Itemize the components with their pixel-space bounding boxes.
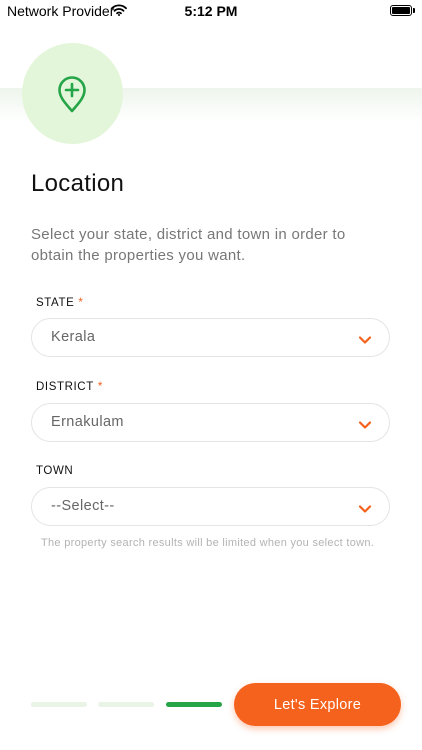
hero-badge bbox=[22, 43, 123, 144]
town-label-text: TOWN bbox=[36, 465, 74, 477]
page-dot-3 bbox=[166, 702, 222, 707]
district-label: DISTRICT * bbox=[36, 381, 103, 393]
page-subtitle: Select your state, district and town in … bbox=[31, 226, 346, 264]
town-select[interactable]: --Select-- bbox=[31, 487, 390, 526]
state-required-mark: * bbox=[78, 297, 84, 309]
page-dot-1 bbox=[31, 702, 87, 707]
chevron-down-icon bbox=[358, 501, 372, 519]
chevron-down-icon bbox=[358, 332, 372, 350]
battery-icon bbox=[390, 5, 415, 16]
state-label: STATE * bbox=[36, 297, 83, 309]
state-select-value: Kerala bbox=[51, 329, 96, 345]
page-dot-2 bbox=[98, 702, 154, 707]
district-required-mark: * bbox=[97, 381, 103, 393]
district-label-text: DISTRICT bbox=[36, 381, 94, 393]
district-select-value: Ernakulam bbox=[51, 414, 124, 430]
district-select[interactable]: Ernakulam bbox=[31, 403, 390, 442]
state-label-text: STATE bbox=[36, 297, 75, 309]
status-bar: Network Provider 5:12 PM bbox=[0, 0, 422, 22]
town-hint: The property search results will be limi… bbox=[41, 537, 375, 549]
state-select[interactable]: Kerala bbox=[31, 318, 390, 357]
town-label: TOWN bbox=[36, 465, 73, 477]
lets-explore-button[interactable]: Let's Explore bbox=[234, 683, 401, 726]
town-select-value: --Select-- bbox=[51, 498, 115, 514]
map-pin-plus-icon bbox=[55, 76, 89, 119]
page-title: Location bbox=[31, 170, 125, 197]
clock: 5:12 PM bbox=[184, 3, 238, 19]
chevron-down-icon bbox=[358, 417, 372, 435]
